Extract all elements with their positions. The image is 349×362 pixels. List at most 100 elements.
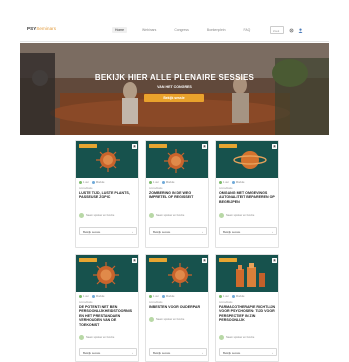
- session-card[interactable]: 1 uur Module Accreditatie DE POTENTI NET…: [75, 254, 139, 362]
- card-speaker: Naam spreker en functie: [149, 213, 207, 218]
- module-icon: [231, 181, 235, 184]
- card-title[interactable]: INBESTEN VOOR OUDERPAR: [149, 305, 207, 309]
- type-meta: Module: [161, 295, 174, 298]
- avatar: [219, 335, 224, 340]
- duration-meta: 1 uur: [149, 295, 159, 298]
- view-session-button[interactable]: Bekijk sessie ›: [219, 227, 277, 235]
- card-category: Accreditatie: [219, 301, 233, 304]
- clock-icon: [219, 181, 222, 184]
- view-session-button[interactable]: Bekijk sessie ›: [149, 227, 207, 235]
- view-session-button[interactable]: Bekijk sessie ›: [219, 348, 277, 356]
- card-image: [146, 255, 208, 292]
- nav-item-boekenplein[interactable]: Boekenplein: [204, 27, 229, 33]
- card-category: Accreditatie: [149, 301, 163, 304]
- card-title[interactable]: LUSTE TIJD, LUSTE PLANTS, PASSEUSE ZOPIC: [79, 191, 137, 200]
- card-image: [216, 255, 278, 292]
- avatar: [219, 213, 224, 218]
- hero-cta-button[interactable]: Bekijk sessie: [144, 94, 204, 102]
- chevron-right-icon: ›: [132, 229, 133, 234]
- category-tag: [79, 144, 97, 148]
- account-button[interactable]: [297, 26, 304, 34]
- clock-icon: [149, 181, 152, 184]
- logo[interactable]: PSYSeminars: [27, 26, 56, 31]
- card-speaker: Naam spreker en functie: [219, 335, 277, 340]
- bookmark-button[interactable]: [202, 144, 207, 149]
- view-session-button[interactable]: Bekijk sessie ›: [149, 348, 207, 356]
- hero-subtitle: VAN HET CONGRES: [157, 85, 192, 89]
- settings-button[interactable]: [288, 26, 295, 34]
- avatar: [79, 213, 84, 218]
- card-meta: 1 uur Module: [79, 295, 104, 298]
- nav-item-faq[interactable]: FAQ: [241, 27, 254, 33]
- session-card[interactable]: 1 uur Module Accreditatie ZOMBERING IN D…: [145, 140, 209, 248]
- chevron-right-icon: ›: [272, 229, 273, 234]
- bookmark-button[interactable]: [272, 144, 277, 149]
- view-session-button[interactable]: Bekijk sessie ›: [79, 348, 137, 356]
- card-meta: 1 uur Module: [149, 181, 174, 184]
- session-card[interactable]: 1 uur Module Accreditatie FARMACOTHERAPI…: [215, 254, 279, 362]
- card-image: [76, 255, 138, 292]
- card-title[interactable]: ZOMBERING IN DE WEG IMPRETEL OF REGISSEI…: [149, 191, 207, 200]
- category-tag: [149, 144, 167, 148]
- category-tag: [219, 258, 237, 262]
- type-meta: Module: [91, 295, 104, 298]
- nav-item-webinars[interactable]: Webinars: [139, 27, 159, 33]
- chevron-right-icon: ›: [202, 229, 203, 234]
- category-tag: [149, 258, 167, 262]
- bookmark-button[interactable]: [132, 258, 137, 263]
- hero-banner: BEKIJK HIER ALLE PLENAIRE SESSIES VAN HE…: [20, 43, 329, 135]
- nav-item-home[interactable]: Home: [112, 27, 128, 33]
- view-session-button[interactable]: Bekijk sessie ›: [79, 227, 137, 235]
- category-tag: [219, 144, 237, 148]
- session-card[interactable]: 1 uur Module Accreditatie LUSTE TIJD, LU…: [75, 140, 139, 248]
- card-category: Accreditatie: [219, 187, 233, 190]
- chevron-right-icon: ›: [132, 350, 133, 355]
- clock-icon: [79, 181, 82, 184]
- session-card[interactable]: 1 uur Module Accreditatie OMGANG MET OMG…: [215, 140, 279, 248]
- page: PSYSeminars Home Webinars Congress Boeke…: [20, 20, 329, 362]
- card-speaker: Naam spreker en functie: [219, 213, 277, 218]
- card-title[interactable]: DE POTENTI NET BEN PERSOONLIJKHEIDSTOORN…: [79, 305, 137, 327]
- module-icon: [91, 181, 95, 184]
- card-category: Accreditatie: [79, 301, 93, 304]
- chevron-right-icon: ›: [202, 350, 203, 355]
- card-speaker: Naam spreker en functie: [149, 317, 207, 322]
- nav-item-congress[interactable]: Congress: [171, 27, 192, 33]
- duration-meta: 1 uur: [79, 295, 89, 298]
- module-icon: [91, 295, 95, 298]
- main-nav: Home Webinars Congress Boekenplein FAQ: [112, 27, 253, 33]
- type-meta: Module: [161, 181, 174, 184]
- hero-title: BEKIJK HIER ALLE PLENAIRE SESSIES: [94, 73, 255, 82]
- card-title[interactable]: FARMACOTHERAPIE RICHTLIJN VOOR PSYCHOSEN…: [219, 305, 277, 323]
- bookmark-button[interactable]: [132, 144, 137, 149]
- user-icon: [298, 28, 303, 33]
- avatar: [149, 213, 154, 218]
- card-meta: 1 uur Module: [79, 181, 104, 184]
- card-meta: 1 uur Module: [219, 295, 244, 298]
- bookmark-icon: [133, 145, 136, 148]
- clock-icon: [149, 295, 152, 298]
- card-title[interactable]: OMGANG MET OMGEVINGS AUTONALITEIT BEPARE…: [219, 191, 277, 204]
- gear-icon: [289, 28, 294, 32]
- logo-suffix-text: Seminars: [36, 26, 57, 31]
- type-meta: Module: [231, 181, 244, 184]
- card-meta: 1 uur Module: [149, 295, 174, 298]
- module-icon: [231, 295, 235, 298]
- module-icon: [161, 181, 165, 184]
- logo-main-text: PSY: [27, 26, 37, 31]
- bookmark-button[interactable]: [202, 258, 207, 263]
- bookmark-button[interactable]: [272, 258, 277, 263]
- clock-icon: [219, 295, 222, 298]
- module-icon: [161, 295, 165, 298]
- duration-meta: 1 uur: [149, 181, 159, 184]
- session-card[interactable]: 1 uur Module Accreditatie INBESTEN VOOR …: [145, 254, 209, 362]
- bookmark-icon: [203, 145, 206, 148]
- card-category: Accreditatie: [79, 187, 93, 190]
- duration-meta: 1 uur: [219, 295, 229, 298]
- bookmark-icon: [273, 145, 276, 148]
- bookmark-icon: [203, 259, 206, 262]
- avatar: [149, 317, 154, 322]
- hero-overlay: [20, 43, 329, 135]
- chevron-right-icon: ›: [272, 350, 273, 355]
- search-input[interactable]: Zoek: [270, 26, 284, 34]
